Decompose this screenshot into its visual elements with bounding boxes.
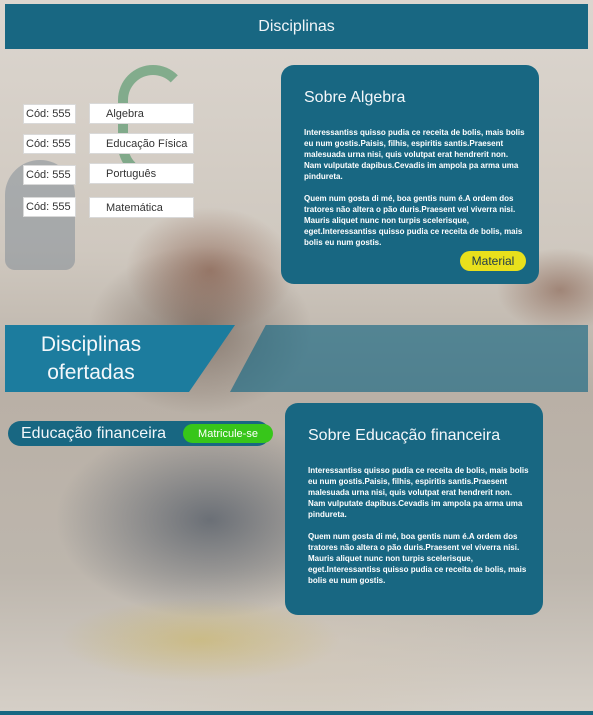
card-paragraph: Interessantiss quisso pudia ce receita d… [308, 466, 529, 519]
banner-title-line: ofertadas [47, 361, 135, 384]
subject-portugues[interactable]: Português [89, 163, 194, 184]
subject-code: Cód: 555 [23, 134, 76, 154]
page-header: Disciplinas [5, 4, 588, 49]
subject-algebra[interactable]: Algebra [89, 103, 194, 124]
banner-title: Disciplinas ofertadas [26, 331, 156, 387]
footer-bar [0, 711, 593, 715]
page-title: Disciplinas [258, 17, 335, 35]
card-title: Sobre Algebra [304, 89, 406, 106]
offered-course-card: Sobre Educação financeira Interessantiss… [285, 403, 543, 615]
offered-course-name: Educação financeira [21, 424, 166, 442]
about-subject-card: Sobre Algebra Interessantiss quisso pudi… [281, 65, 539, 284]
subject-code: Cód: 555 [23, 197, 76, 217]
subject-educacao-fisica[interactable]: Educação Física [89, 133, 194, 154]
card-paragraph: Quem num gosta di mé, boa gentis num é.A… [308, 532, 527, 585]
material-button[interactable]: Material [460, 251, 526, 271]
offered-course-item[interactable]: Educação financeira Matricule-se [8, 421, 273, 446]
offered-banner: Disciplinas ofertadas [0, 325, 593, 392]
banner-overlay [230, 325, 588, 392]
subject-matematica[interactable]: Matemática [89, 197, 194, 218]
subject-code: Cód: 555 [23, 165, 76, 185]
banner-title-line: Disciplinas [40, 333, 142, 356]
card-paragraph: Interessantiss quisso pudia ce receita d… [304, 128, 525, 181]
enroll-button[interactable]: Matricule-se [183, 424, 273, 443]
card-title: Sobre Educação financeira [308, 427, 501, 444]
subject-code: Cód: 555 [23, 104, 76, 124]
card-paragraph: Quem num gosta di mé, boa gentis num é.A… [304, 194, 523, 247]
